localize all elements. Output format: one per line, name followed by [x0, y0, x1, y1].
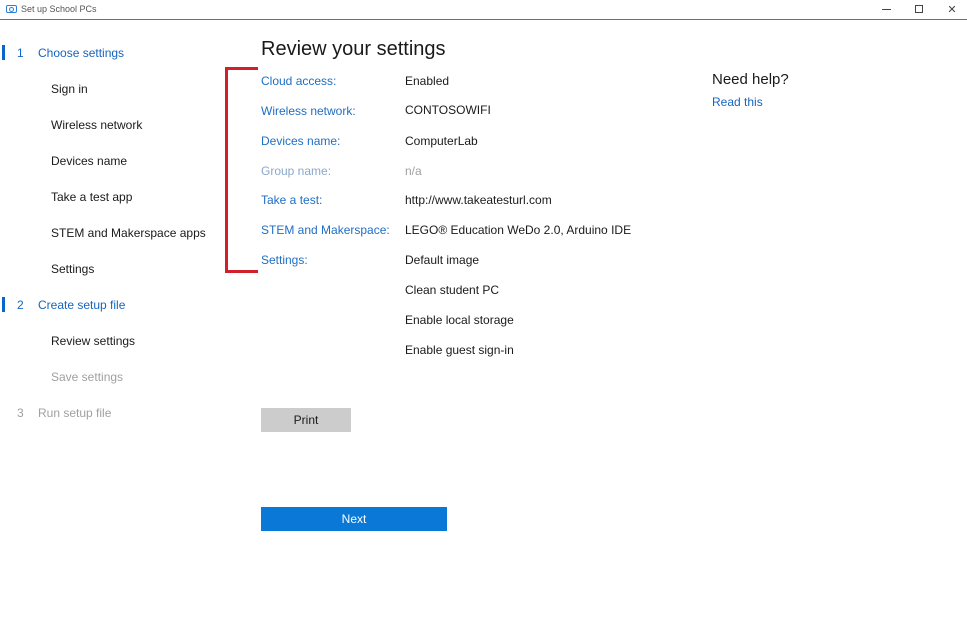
settings-value-guest-sign-in: Enable guest sign-in: [405, 343, 514, 357]
step-label: Run setup file: [38, 406, 112, 420]
settings-value-local-storage: Enable local storage: [405, 313, 514, 327]
cloud-access-value: Enabled: [405, 74, 450, 88]
active-step-indicator: [2, 45, 5, 60]
take-a-test-value: http://www.takeatesturl.com: [405, 193, 552, 207]
wireless-network-label: Wireless network:: [261, 104, 356, 118]
devices-name-value: ComputerLab: [405, 134, 478, 148]
next-button[interactable]: Next: [261, 507, 447, 531]
wireless-network-value: CONTOSOWIFI: [405, 103, 491, 117]
page-title: Review your settings: [261, 38, 446, 60]
sidebar-item-take-a-test-app[interactable]: Take a test app: [51, 190, 132, 204]
active-step-indicator: [2, 297, 5, 312]
step-label: Choose settings: [38, 46, 125, 60]
sidebar-item-sign-in[interactable]: Sign in: [51, 82, 88, 96]
step-number: 2: [17, 298, 24, 312]
cloud-access-label: Cloud access:: [261, 74, 337, 88]
step-number: 1: [17, 46, 24, 60]
sidebar-item-devices-name[interactable]: Devices name: [51, 154, 127, 168]
minimize-button[interactable]: [868, 0, 904, 18]
close-button[interactable]: ✕: [934, 0, 967, 18]
group-name-label: Group name:: [261, 164, 332, 178]
close-icon: ✕: [947, 3, 957, 16]
read-this-link[interactable]: Read this: [712, 95, 763, 109]
print-button[interactable]: Print: [261, 408, 351, 432]
window-title: Set up School PCs: [21, 4, 97, 14]
take-a-test-label: Take a test:: [261, 193, 323, 207]
settings-value-clean-pc: Clean student PC: [405, 283, 500, 297]
annotation-bracket: [225, 67, 258, 273]
stem-makerspace-label: STEM and Makerspace:: [261, 223, 390, 237]
sidebar-item-stem-makerspace-apps[interactable]: STEM and Makerspace apps: [51, 226, 206, 240]
step-label: Create setup file: [38, 298, 126, 312]
sidebar-item-review-settings[interactable]: Review settings: [51, 334, 135, 348]
minimize-icon: [881, 8, 891, 10]
app-icon: [6, 5, 17, 13]
sidebar-item-wireless-network[interactable]: Wireless network: [51, 118, 142, 132]
step-number: 3: [17, 406, 24, 420]
maximize-icon: [915, 5, 923, 13]
maximize-button[interactable]: [901, 0, 937, 18]
title-bar: Set up School PCs ✕: [0, 0, 967, 20]
sidebar-item-save-settings: Save settings: [51, 370, 124, 384]
group-name-value: n/a: [405, 164, 422, 178]
settings-value: Default image: [405, 253, 480, 267]
devices-name-label: Devices name:: [261, 134, 341, 148]
settings-label: Settings:: [261, 253, 308, 267]
stem-makerspace-value: LEGO® Education WeDo 2.0, Arduino IDE: [405, 223, 632, 237]
help-heading: Need help?: [712, 71, 789, 88]
sidebar-item-settings[interactable]: Settings: [51, 262, 94, 276]
